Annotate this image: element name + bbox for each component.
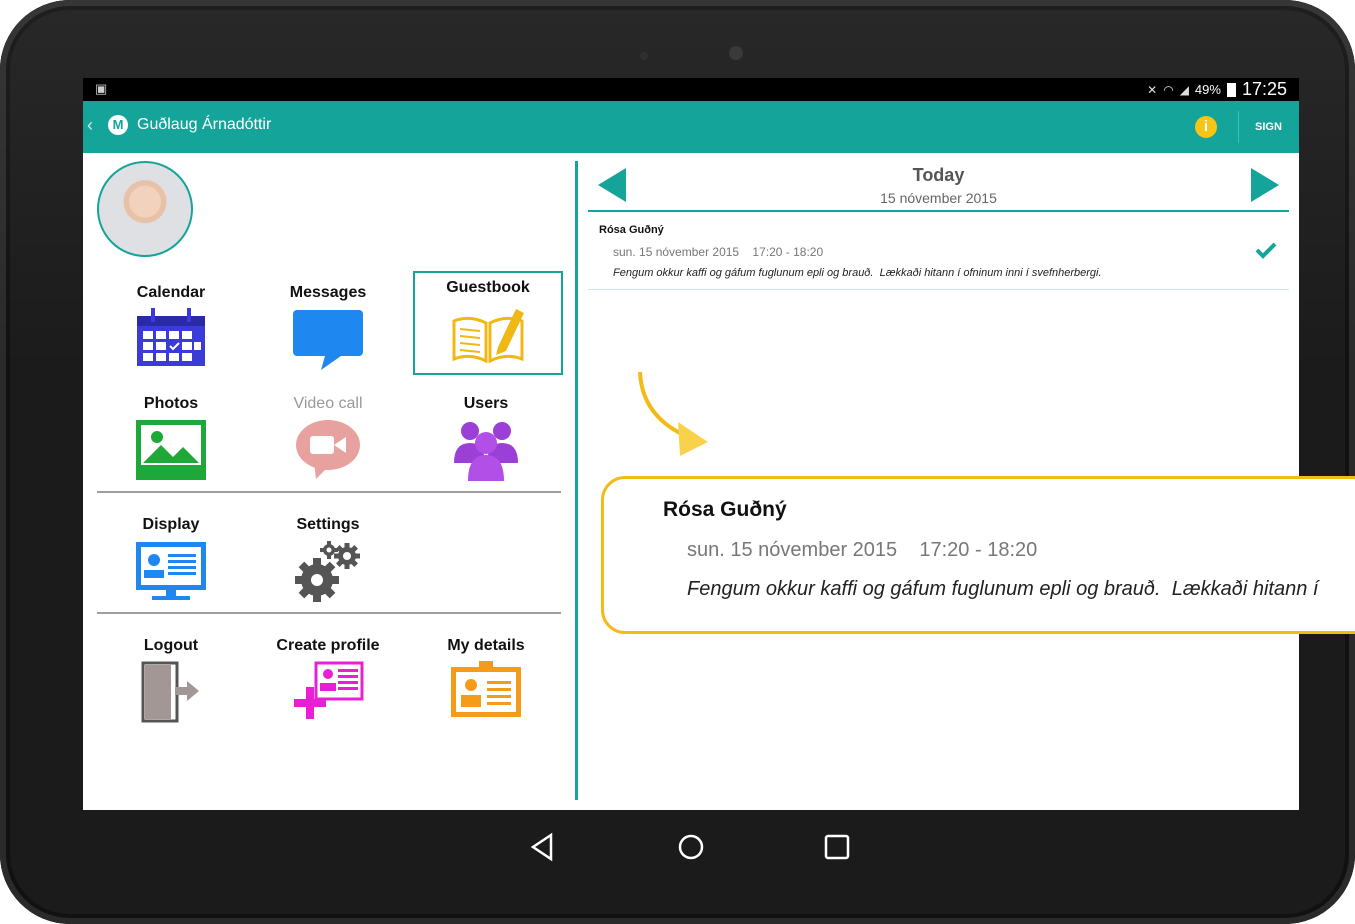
wifi-icon: ◠ bbox=[1163, 82, 1174, 97]
light-sensor bbox=[640, 52, 648, 60]
video-call-tile[interactable]: Video call bbox=[255, 388, 401, 486]
profile-avatar[interactable] bbox=[97, 161, 193, 257]
status-bar: ▣ ✕ ◠ ◢ 49% 17:25 bbox=[83, 78, 1299, 101]
settings-tile[interactable]: Settings bbox=[255, 509, 401, 607]
display-label: Display bbox=[142, 516, 200, 533]
nav-home-icon[interactable] bbox=[677, 832, 705, 867]
header-underline bbox=[588, 210, 1289, 212]
settings-label: Settings bbox=[296, 516, 360, 533]
photo-icon bbox=[98, 419, 244, 486]
resident-name: Guðlaug Árnadóttir bbox=[137, 116, 272, 133]
entry-visitor-name: Rósa Guðný bbox=[599, 224, 664, 236]
battery-percent: 49% bbox=[1194, 82, 1221, 97]
calendar-icon bbox=[98, 308, 244, 373]
photos-tile[interactable]: Photos bbox=[98, 388, 244, 486]
zoomed-entry-callout: Rósa Guðný sun. 15 nóvember 2015 17:20 -… bbox=[601, 476, 1355, 634]
info-button[interactable]: i bbox=[1195, 116, 1217, 138]
video-camera-icon bbox=[255, 419, 401, 486]
logout-door-icon bbox=[98, 661, 244, 728]
users-icon bbox=[413, 419, 559, 486]
battery-icon bbox=[1226, 82, 1236, 97]
front-camera bbox=[729, 46, 743, 60]
entry-divider bbox=[588, 289, 1289, 290]
checkmark-icon[interactable] bbox=[1255, 241, 1277, 264]
my-details-tile[interactable]: My details bbox=[413, 630, 559, 724]
signal-icon: ◢ bbox=[1179, 82, 1189, 97]
id-card-icon bbox=[413, 661, 559, 724]
menu-panel: Calendar Messages Guestbook Photos Video… bbox=[83, 153, 575, 810]
message-bubble-icon bbox=[255, 308, 401, 377]
calendar-tile[interactable]: Calendar bbox=[98, 277, 244, 373]
nav-back-icon[interactable] bbox=[529, 832, 555, 867]
video-call-label: Video call bbox=[293, 395, 363, 412]
sign-button[interactable]: SIGN bbox=[1255, 121, 1282, 133]
next-day-button[interactable] bbox=[1251, 168, 1279, 202]
menu-divider bbox=[97, 612, 561, 614]
day-date: 15 nóvember 2015 bbox=[880, 190, 997, 206]
create-profile-icon bbox=[255, 661, 401, 728]
back-button[interactable]: ‹ bbox=[87, 115, 93, 136]
messages-tile[interactable]: Messages bbox=[255, 277, 401, 377]
screenshot-notification-icon: ▣ bbox=[95, 81, 108, 96]
calendar-label: Calendar bbox=[136, 284, 206, 301]
guestbook-tile[interactable]: Guestbook bbox=[413, 271, 563, 375]
callout-text: Fengum okkur kaffi og gáfum fuglunum epl… bbox=[687, 578, 1319, 600]
guestbook-icon bbox=[415, 303, 561, 370]
mute-icon: ✕ bbox=[1147, 82, 1158, 97]
curved-arrow-icon bbox=[636, 370, 716, 465]
gears-icon bbox=[255, 540, 401, 607]
panel-divider bbox=[575, 161, 578, 800]
users-label: Users bbox=[463, 395, 509, 412]
create-profile-label: Create profile bbox=[276, 637, 380, 654]
messages-label: Messages bbox=[289, 284, 367, 301]
entry-text: Fengum okkur kaffi og gáfum fuglunum epl… bbox=[613, 267, 1102, 279]
day-heading: Today bbox=[912, 165, 965, 185]
guestbook-label: Guestbook bbox=[446, 279, 530, 296]
menu-divider bbox=[97, 491, 561, 493]
users-tile[interactable]: Users bbox=[413, 388, 559, 486]
app-bar: ‹ M Guðlaug Árnadóttir i SIGN bbox=[83, 101, 1299, 153]
callout-visitor-name: Rósa Guðný bbox=[663, 498, 787, 521]
create-profile-tile[interactable]: Create profile bbox=[255, 630, 401, 728]
display-tile[interactable]: Display bbox=[98, 509, 244, 607]
clock: 17:25 bbox=[1241, 79, 1287, 99]
logout-tile[interactable]: Logout bbox=[98, 630, 244, 728]
appbar-divider bbox=[1238, 111, 1239, 143]
my-details-label: My details bbox=[447, 637, 525, 654]
app-logo: M bbox=[108, 115, 128, 135]
nav-recents-icon[interactable] bbox=[823, 832, 851, 867]
photos-label: Photos bbox=[143, 395, 199, 412]
display-icon bbox=[98, 540, 244, 607]
entry-time: sun. 15 nóvember 2015 17:20 - 18:20 bbox=[613, 245, 824, 259]
logout-label: Logout bbox=[143, 637, 199, 654]
callout-time: sun. 15 nóvember 2015 17:20 - 18:20 bbox=[687, 539, 1038, 561]
